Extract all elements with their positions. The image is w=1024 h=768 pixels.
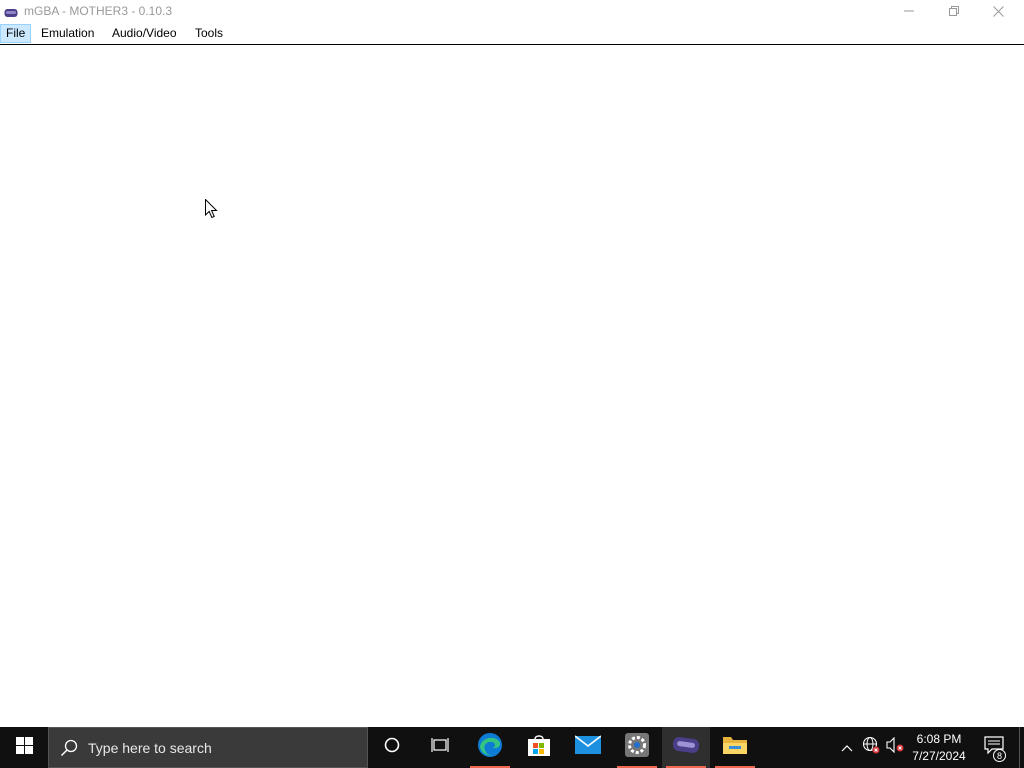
mail-icon [574, 735, 602, 760]
menu-tools[interactable]: Tools [190, 24, 228, 43]
title-bar[interactable]: mGBA - MOTHER3 - 0.10.3 [0, 0, 1024, 22]
volume-tray-button[interactable] [884, 727, 906, 768]
action-center-button[interactable] [978, 727, 1010, 768]
menu-bar: File Emulation Audio/Video Tools [0, 23, 1024, 45]
menu-emulation[interactable]: Emulation [36, 24, 99, 43]
file-explorer-taskbar-button[interactable] [711, 727, 759, 768]
clock-time: 6:08 PM [916, 732, 962, 746]
search-placeholder: Type here to search [88, 740, 212, 756]
mgba-icon [672, 737, 700, 758]
mgba-app-icon [4, 5, 18, 17]
clock-date: 7/27/2024 [912, 749, 966, 763]
settings-icon [624, 732, 650, 763]
windows-logo-icon [15, 736, 33, 759]
emulator-display[interactable] [0, 45, 1024, 727]
taskbar-clock[interactable]: 6:08 PM 7/27/2024 [906, 731, 972, 765]
task-view-icon [431, 737, 449, 758]
menu-audio-video[interactable]: Audio/Video [107, 24, 182, 43]
restore-button[interactable] [931, 0, 976, 22]
taskbar: Type here to search 6:08 PM 7/27/2024 8 [0, 727, 1024, 768]
notification-count-badge: 8 [993, 749, 1006, 762]
minimize-button[interactable] [886, 0, 931, 22]
microsoft-store-icon [527, 733, 551, 762]
start-button[interactable] [0, 727, 48, 768]
cortana-icon [384, 737, 400, 758]
file-explorer-icon [723, 735, 747, 760]
edge-taskbar-button[interactable] [466, 727, 514, 768]
minimize-icon [903, 6, 914, 16]
window-title: mGBA - MOTHER3 - 0.10.3 [24, 4, 173, 18]
mouse-cursor-icon [205, 198, 218, 224]
cortana-button[interactable] [368, 727, 416, 768]
taskbar-search-box[interactable]: Type here to search [48, 727, 368, 768]
menu-file[interactable]: File [0, 24, 32, 43]
chevron-up-icon [841, 739, 853, 757]
show-hidden-icons-button[interactable] [838, 727, 856, 768]
search-icon [60, 739, 78, 762]
settings-taskbar-button[interactable] [613, 727, 661, 768]
edge-icon [477, 732, 503, 763]
restore-icon [948, 6, 959, 16]
close-button[interactable] [976, 0, 1021, 22]
close-icon [993, 5, 1004, 17]
show-desktop-button[interactable] [1019, 727, 1020, 768]
mgba-taskbar-button[interactable] [662, 727, 710, 768]
network-globe-icon [862, 736, 880, 759]
store-taskbar-button[interactable] [515, 727, 563, 768]
mgba-window: mGBA - MOTHER3 - 0.10.3 File Emulation A… [0, 0, 1024, 727]
task-view-button[interactable] [416, 727, 464, 768]
network-tray-button[interactable] [860, 727, 882, 768]
mail-taskbar-button[interactable] [564, 727, 612, 768]
volume-muted-icon [886, 736, 904, 758]
